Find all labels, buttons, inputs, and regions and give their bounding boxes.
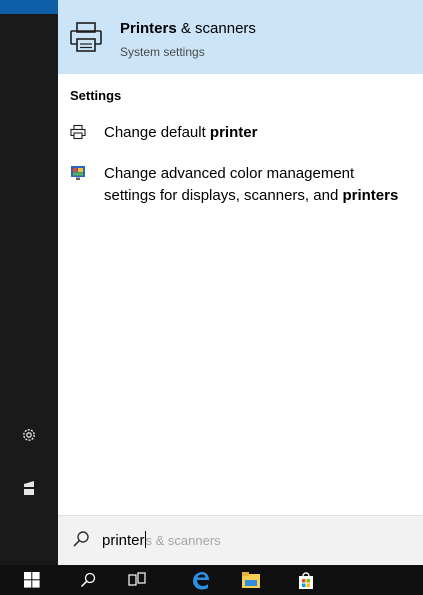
- result-color-management[interactable]: Change advanced color management setting…: [70, 163, 420, 207]
- printer-icon: [70, 22, 102, 52]
- taskbar-search-button[interactable]: [68, 565, 108, 595]
- result-label: Change default printer: [104, 124, 258, 141]
- search-box[interactable]: printers & scanners: [58, 515, 423, 566]
- file-explorer-icon: [242, 572, 260, 588]
- gear-icon: [23, 429, 35, 441]
- edge-browser-button[interactable]: [180, 565, 220, 595]
- windows-start-icon: [24, 572, 40, 588]
- store-button[interactable]: [286, 565, 326, 595]
- search-autocomplete-hint: s & scanners: [145, 533, 221, 548]
- start-button[interactable]: [12, 565, 52, 595]
- best-match-subtitle: System settings: [120, 45, 205, 59]
- search-results-panel: Printers & scanners System settings Sett…: [58, 0, 423, 565]
- start-menu-rail: [0, 0, 58, 565]
- best-match-result[interactable]: Printers & scanners System settings: [58, 0, 423, 74]
- section-heading-settings: Settings: [70, 88, 122, 103]
- settings-button[interactable]: [0, 413, 58, 457]
- user-account-button[interactable]: [0, 466, 58, 510]
- rail-accent-strip: [0, 0, 58, 14]
- best-match-title: Printers & scanners: [120, 20, 256, 37]
- search-input[interactable]: printers & scanners: [102, 531, 221, 549]
- task-view-icon: [128, 572, 146, 586]
- search-icon: [73, 531, 89, 547]
- task-view-button[interactable]: [117, 565, 157, 595]
- result-label: Change advanced color management setting…: [104, 165, 399, 204]
- color-management-icon: [71, 166, 85, 180]
- edge-browser-icon: [193, 572, 209, 590]
- result-change-default-printer[interactable]: Change default printer: [70, 122, 420, 144]
- store-icon: [299, 572, 313, 589]
- file-explorer-button[interactable]: [231, 565, 271, 595]
- search-icon: [80, 572, 96, 588]
- printer-icon: [70, 124, 86, 140]
- user-icon: [24, 481, 34, 495]
- taskbar: [0, 565, 423, 595]
